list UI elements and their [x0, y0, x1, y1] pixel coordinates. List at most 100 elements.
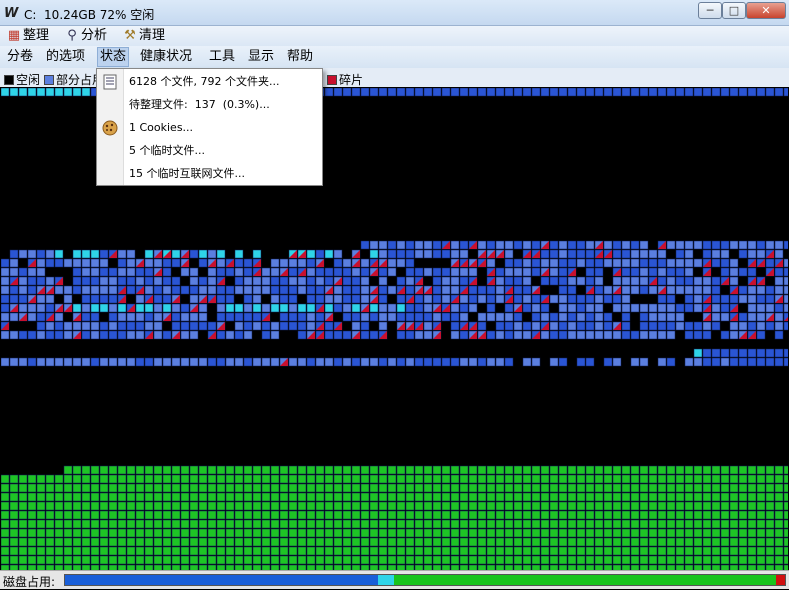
menu-tools[interactable]: 工具 [207, 48, 237, 66]
cluster-block [198, 249, 208, 259]
cluster-block [342, 501, 352, 511]
cluster-block [360, 303, 370, 313]
cluster-block [135, 537, 145, 547]
cluster-block [738, 510, 748, 520]
menu-volume[interactable]: 分卷 [5, 48, 35, 66]
close-button[interactable]: ✕ [746, 2, 786, 19]
cluster-block [99, 321, 109, 331]
cluster-block [504, 330, 514, 340]
cluster-block [621, 303, 631, 313]
maximize-button[interactable]: □ [722, 2, 746, 19]
cluster-block [99, 267, 109, 277]
cluster-block [738, 483, 748, 493]
cluster-block [342, 483, 352, 493]
cluster-block [495, 312, 505, 322]
cluster-block [558, 258, 568, 268]
status-menu-pending[interactable]: 待整理文件: 137 (0.3%)... [97, 94, 322, 116]
cluster-block [396, 501, 406, 511]
cluster-block [360, 465, 370, 475]
cluster-block [189, 510, 199, 520]
cluster-block [180, 474, 190, 484]
cluster-block [369, 303, 379, 313]
defrag-button[interactable]: ▦ 整理 [6, 27, 49, 45]
cluster-block [558, 276, 568, 286]
cluster-block [639, 267, 649, 277]
cluster-block [783, 267, 788, 277]
cluster-block [630, 276, 640, 286]
cluster-block [693, 240, 703, 250]
cluster-block [468, 537, 478, 547]
cluster-block [36, 501, 46, 511]
menu-status[interactable]: 状态 [97, 47, 130, 67]
cluster-block [27, 330, 37, 340]
cluster-block [351, 88, 361, 97]
minimize-button[interactable]: ─ [698, 2, 722, 19]
status-menu-temp-internet[interactable]: 15 个临时互联网文件... [97, 163, 322, 185]
status-menu-temp-files[interactable]: 5 个临时文件... [97, 140, 322, 162]
cluster-block [441, 249, 451, 259]
cluster-block [639, 249, 649, 259]
cluster-block [99, 474, 109, 484]
cluster-block [81, 303, 91, 313]
cluster-block [360, 285, 370, 295]
cluster-block [603, 465, 613, 475]
cluster-block [756, 519, 766, 529]
cluster-block [243, 510, 253, 520]
menu-options[interactable]: 的选项 [44, 48, 87, 66]
cluster-block [558, 483, 568, 493]
legend-free-label: 空闲 [16, 73, 41, 87]
analyze-button[interactable]: ⚲ 分析 [64, 27, 107, 45]
cluster-block [459, 546, 469, 556]
status-menu-cookies[interactable]: 1 Cookies... [97, 117, 322, 139]
cluster-block [261, 330, 271, 340]
cluster-block [45, 537, 55, 547]
cluster-block [216, 267, 226, 277]
cluster-block [522, 483, 532, 493]
status-menu-files[interactable]: 6128 个文件, 792 个文件夹... [97, 71, 322, 93]
cluster-block [729, 285, 739, 295]
cluster-block [351, 321, 361, 331]
cluster-block [135, 285, 145, 295]
cluster-block [693, 465, 703, 475]
cluster-block [45, 249, 55, 259]
menu-help[interactable]: 帮助 [285, 48, 315, 66]
cluster-block [468, 303, 478, 313]
cluster-block [387, 501, 397, 511]
cluster-block [306, 501, 316, 511]
cluster-block [378, 303, 388, 313]
cluster-block [531, 249, 541, 259]
cluster-block [558, 510, 568, 520]
cluster-block [621, 294, 631, 304]
cluster-block [18, 555, 28, 565]
clean-button[interactable]: ⚒ 清理 [122, 27, 165, 45]
cluster-block [108, 528, 118, 538]
cluster-block [333, 267, 343, 277]
cluster-block [738, 546, 748, 556]
cluster-block [198, 312, 208, 322]
cluster-block [549, 240, 559, 250]
cluster-block [459, 267, 469, 277]
cluster-block [378, 528, 388, 538]
cluster-block [81, 88, 91, 97]
cluster-block [171, 519, 181, 529]
cluster-block [639, 483, 649, 493]
cluster-block [756, 285, 766, 295]
cluster-block [54, 249, 64, 259]
cluster-block [279, 501, 289, 511]
menu-health[interactable]: 健康状况 [138, 48, 194, 66]
cluster-block [477, 321, 487, 331]
cluster-block [738, 330, 748, 340]
cluster-block [45, 510, 55, 520]
cluster-block [162, 537, 172, 547]
cluster-block [153, 285, 163, 295]
cluster-block [666, 240, 676, 250]
cluster-block [603, 258, 613, 268]
cluster-block [288, 312, 298, 322]
cluster-block [477, 555, 487, 565]
cluster-block [648, 546, 658, 556]
cluster-block [261, 267, 271, 277]
menu-display[interactable]: 显示 [246, 48, 276, 66]
cluster-block [765, 537, 775, 547]
cluster-block [666, 258, 676, 268]
cluster-block [603, 519, 613, 529]
